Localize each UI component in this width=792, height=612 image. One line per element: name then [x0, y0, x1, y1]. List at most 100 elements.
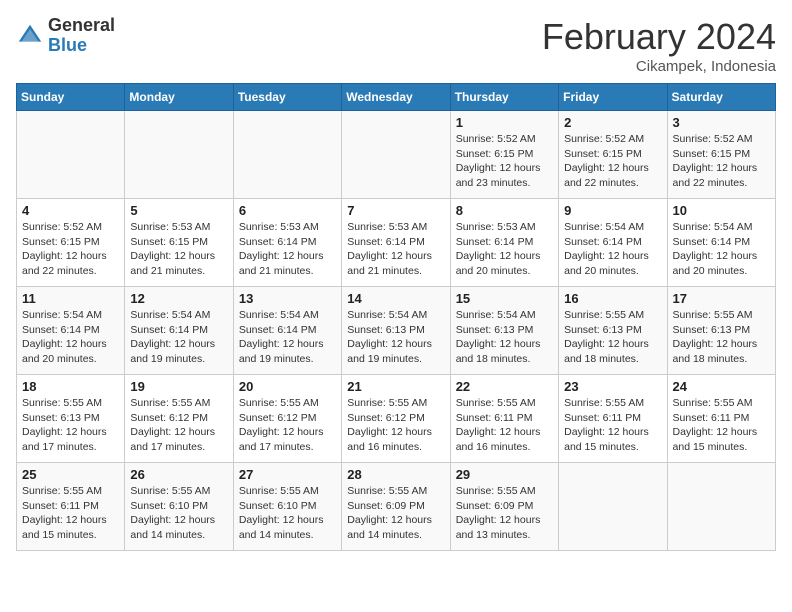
calendar-header-row: SundayMondayTuesdayWednesdayThursdayFrid…	[17, 84, 776, 111]
day-info: Sunrise: 5:53 AMSunset: 6:14 PMDaylight:…	[456, 220, 553, 279]
day-number: 21	[347, 379, 444, 394]
logo: General Blue	[16, 16, 115, 56]
calendar-cell: 21 Sunrise: 5:55 AMSunset: 6:12 PMDayligh…	[342, 375, 450, 463]
calendar-cell: 28 Sunrise: 5:55 AMSunset: 6:09 PMDayligh…	[342, 463, 450, 551]
calendar-week-2: 4 Sunrise: 5:52 AMSunset: 6:15 PMDaylight…	[17, 199, 776, 287]
calendar-cell	[125, 111, 233, 199]
day-number: 9	[564, 203, 661, 218]
day-number: 3	[673, 115, 770, 130]
day-number: 29	[456, 467, 553, 482]
day-info: Sunrise: 5:55 AMSunset: 6:10 PMDaylight:…	[130, 484, 227, 543]
day-number: 7	[347, 203, 444, 218]
day-info: Sunrise: 5:55 AMSunset: 6:11 PMDaylight:…	[456, 396, 553, 455]
calendar-week-1: 1Sunrise: 5:52 AMSunset: 6:15 PMDaylight…	[17, 111, 776, 199]
calendar-cell	[667, 463, 775, 551]
page-header: General Blue February 2024 Cikampek, Ind…	[16, 16, 776, 75]
col-header-sunday: Sunday	[17, 84, 125, 111]
day-info: Sunrise: 5:52 AMSunset: 6:15 PMDaylight:…	[456, 132, 553, 191]
day-number: 4	[22, 203, 119, 218]
calendar-location: Cikampek, Indonesia	[542, 58, 776, 75]
calendar-cell: 1Sunrise: 5:52 AMSunset: 6:15 PMDaylight…	[450, 111, 558, 199]
day-number: 16	[564, 291, 661, 306]
day-number: 14	[347, 291, 444, 306]
title-block: February 2024 Cikampek, Indonesia	[542, 16, 776, 75]
calendar-cell	[17, 111, 125, 199]
calendar-cell	[559, 463, 667, 551]
col-header-tuesday: Tuesday	[233, 84, 341, 111]
day-info: Sunrise: 5:54 AMSunset: 6:14 PMDaylight:…	[130, 308, 227, 367]
day-info: Sunrise: 5:55 AMSunset: 6:11 PMDaylight:…	[673, 396, 770, 455]
day-number: 25	[22, 467, 119, 482]
day-info: Sunrise: 5:52 AMSunset: 6:15 PMDaylight:…	[22, 220, 119, 279]
day-info: Sunrise: 5:54 AMSunset: 6:14 PMDaylight:…	[239, 308, 336, 367]
calendar-cell	[233, 111, 341, 199]
day-number: 27	[239, 467, 336, 482]
calendar-cell: 13 Sunrise: 5:54 AMSunset: 6:14 PMDayligh…	[233, 287, 341, 375]
day-number: 12	[130, 291, 227, 306]
col-header-wednesday: Wednesday	[342, 84, 450, 111]
col-header-thursday: Thursday	[450, 84, 558, 111]
day-number: 28	[347, 467, 444, 482]
day-info: Sunrise: 5:53 AMSunset: 6:15 PMDaylight:…	[130, 220, 227, 279]
calendar-cell: 16 Sunrise: 5:55 AMSunset: 6:13 PMDayligh…	[559, 287, 667, 375]
day-info: Sunrise: 5:54 AMSunset: 6:14 PMDaylight:…	[564, 220, 661, 279]
day-info: Sunrise: 5:54 AMSunset: 6:14 PMDaylight:…	[673, 220, 770, 279]
day-number: 17	[673, 291, 770, 306]
calendar-cell: 24 Sunrise: 5:55 AMSunset: 6:11 PMDayligh…	[667, 375, 775, 463]
day-number: 26	[130, 467, 227, 482]
day-info: Sunrise: 5:55 AMSunset: 6:09 PMDaylight:…	[456, 484, 553, 543]
day-info: Sunrise: 5:55 AMSunset: 6:13 PMDaylight:…	[564, 308, 661, 367]
col-header-saturday: Saturday	[667, 84, 775, 111]
day-number: 13	[239, 291, 336, 306]
day-info: Sunrise: 5:55 AMSunset: 6:10 PMDaylight:…	[239, 484, 336, 543]
calendar-cell: 18 Sunrise: 5:55 AMSunset: 6:13 PMDayligh…	[17, 375, 125, 463]
calendar-cell: 15Sunrise: 5:54 AMSunset: 6:13 PMDayligh…	[450, 287, 558, 375]
day-number: 5	[130, 203, 227, 218]
calendar-cell: 10 Sunrise: 5:54 AMSunset: 6:14 PMDayligh…	[667, 199, 775, 287]
calendar-cell: 25 Sunrise: 5:55 AMSunset: 6:11 PMDayligh…	[17, 463, 125, 551]
calendar-cell: 5 Sunrise: 5:53 AMSunset: 6:15 PMDaylight…	[125, 199, 233, 287]
calendar-cell: 26 Sunrise: 5:55 AMSunset: 6:10 PMDayligh…	[125, 463, 233, 551]
day-info: Sunrise: 5:53 AMSunset: 6:14 PMDaylight:…	[347, 220, 444, 279]
day-info: Sunrise: 5:54 AMSunset: 6:13 PMDaylight:…	[347, 308, 444, 367]
day-info: Sunrise: 5:55 AMSunset: 6:13 PMDaylight:…	[673, 308, 770, 367]
calendar-cell: 27 Sunrise: 5:55 AMSunset: 6:10 PMDayligh…	[233, 463, 341, 551]
calendar-cell: 4 Sunrise: 5:52 AMSunset: 6:15 PMDaylight…	[17, 199, 125, 287]
calendar-cell: 29 Sunrise: 5:55 AMSunset: 6:09 PMDayligh…	[450, 463, 558, 551]
calendar-cell: 14 Sunrise: 5:54 AMSunset: 6:13 PMDayligh…	[342, 287, 450, 375]
day-info: Sunrise: 5:53 AMSunset: 6:14 PMDaylight:…	[239, 220, 336, 279]
day-number: 19	[130, 379, 227, 394]
day-info: Sunrise: 5:55 AMSunset: 6:12 PMDaylight:…	[239, 396, 336, 455]
day-info: Sunrise: 5:55 AMSunset: 6:11 PMDaylight:…	[22, 484, 119, 543]
calendar-cell: 9 Sunrise: 5:54 AMSunset: 6:14 PMDaylight…	[559, 199, 667, 287]
calendar-cell: 11Sunrise: 5:54 AMSunset: 6:14 PMDayligh…	[17, 287, 125, 375]
day-number: 24	[673, 379, 770, 394]
calendar-cell: 12 Sunrise: 5:54 AMSunset: 6:14 PMDayligh…	[125, 287, 233, 375]
calendar-cell: 3 Sunrise: 5:52 AMSunset: 6:15 PMDaylight…	[667, 111, 775, 199]
logo-text: General Blue	[48, 16, 115, 56]
calendar-cell: 20Sunrise: 5:55 AMSunset: 6:12 PMDayligh…	[233, 375, 341, 463]
day-number: 18	[22, 379, 119, 394]
day-info: Sunrise: 5:55 AMSunset: 6:13 PMDaylight:…	[22, 396, 119, 455]
calendar-cell: 22Sunrise: 5:55 AMSunset: 6:11 PMDayligh…	[450, 375, 558, 463]
calendar-week-5: 25 Sunrise: 5:55 AMSunset: 6:11 PMDayligh…	[17, 463, 776, 551]
day-number: 10	[673, 203, 770, 218]
day-number: 11	[22, 291, 119, 306]
logo-icon	[16, 22, 44, 50]
calendar-cell: 6 Sunrise: 5:53 AMSunset: 6:14 PMDaylight…	[233, 199, 341, 287]
day-info: Sunrise: 5:52 AMSunset: 6:15 PMDaylight:…	[673, 132, 770, 191]
col-header-friday: Friday	[559, 84, 667, 111]
col-header-monday: Monday	[125, 84, 233, 111]
day-number: 6	[239, 203, 336, 218]
day-number: 8	[456, 203, 553, 218]
calendar-cell: 17 Sunrise: 5:55 AMSunset: 6:13 PMDayligh…	[667, 287, 775, 375]
calendar-week-4: 18 Sunrise: 5:55 AMSunset: 6:13 PMDayligh…	[17, 375, 776, 463]
calendar-cell	[342, 111, 450, 199]
day-info: Sunrise: 5:55 AMSunset: 6:12 PMDaylight:…	[347, 396, 444, 455]
day-number: 23	[564, 379, 661, 394]
logo-blue-text: Blue	[48, 36, 115, 56]
day-number: 15	[456, 291, 553, 306]
day-info: Sunrise: 5:55 AMSunset: 6:09 PMDaylight:…	[347, 484, 444, 543]
day-info: Sunrise: 5:52 AMSunset: 6:15 PMDaylight:…	[564, 132, 661, 191]
calendar-cell: 8 Sunrise: 5:53 AMSunset: 6:14 PMDaylight…	[450, 199, 558, 287]
